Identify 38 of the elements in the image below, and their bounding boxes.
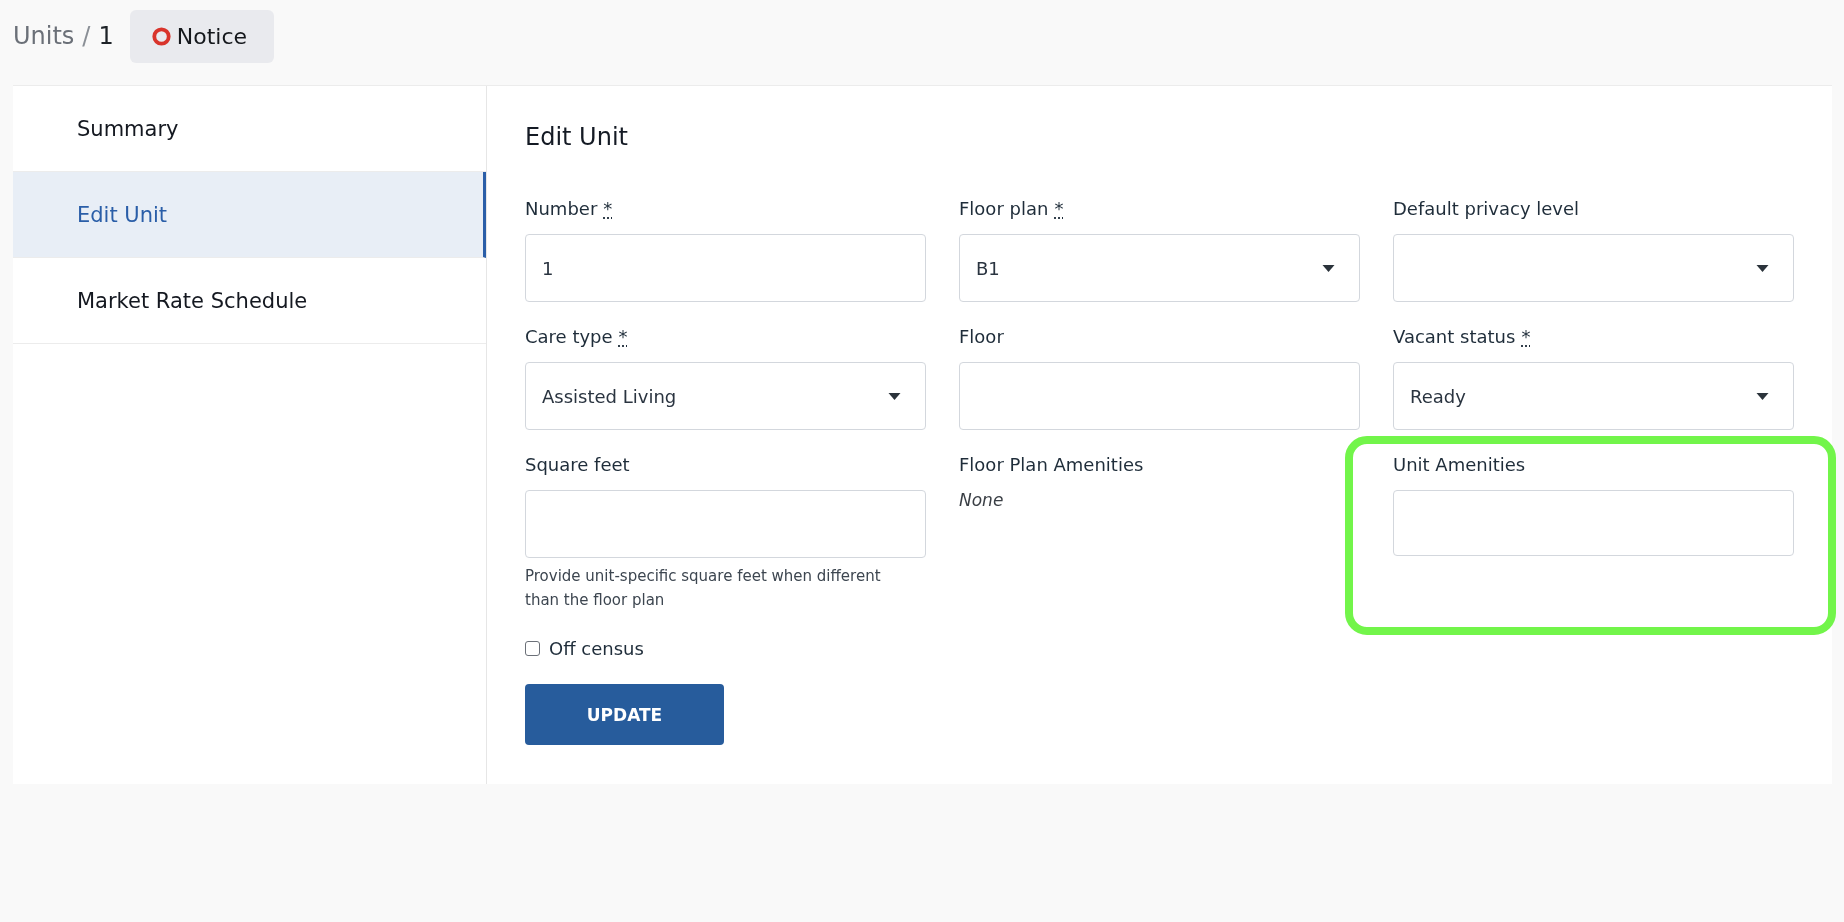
- section-heading: Edit Unit: [525, 122, 629, 152]
- ring-icon: [151, 27, 171, 46]
- caret-icon: [1756, 264, 1769, 272]
- field-label: Vacant status: [1393, 325, 1516, 349]
- required-mark: *: [603, 197, 613, 221]
- dropdown[interactable]: Ready: [1393, 362, 1794, 430]
- dropdown[interactable]: Assisted Living: [525, 362, 926, 430]
- required-mark: *: [1521, 325, 1531, 349]
- field-label: Floor plan: [959, 197, 1049, 221]
- caret-icon: [888, 392, 901, 400]
- required-mark: *: [618, 325, 628, 349]
- checkbox[interactable]: [525, 640, 540, 656]
- status-label: Notice: [176, 24, 248, 49]
- help-text: Provide unit-specific square feet when different than the floor plan: [525, 566, 882, 611]
- update-button[interactable]: UPDATE: [525, 684, 724, 745]
- sidebar-item[interactable]: Market Rate Schedule: [13, 258, 486, 344]
- field-label: Square feet: [525, 453, 630, 477]
- sidebar-item[interactable]: Edit Unit: [13, 172, 486, 258]
- checkbox-label: Off census: [549, 637, 644, 659]
- field-value: None: [959, 490, 1005, 510]
- field-label: Default privacy level: [1393, 197, 1580, 221]
- caret-icon: [1756, 392, 1769, 400]
- required-mark: *: [1054, 197, 1064, 221]
- field-label: Care type: [525, 325, 613, 349]
- input-field[interactable]: [525, 490, 926, 558]
- input-field[interactable]: 1: [525, 234, 926, 302]
- field-label: Unit Amenities: [1393, 453, 1526, 477]
- field-label: Number: [525, 197, 598, 221]
- field-label: Floor Plan Amenities: [959, 453, 1144, 477]
- breadcrumb-separator: /: [82, 22, 91, 50]
- dropdown[interactable]: B1: [959, 234, 1360, 302]
- dropdown[interactable]: [1393, 234, 1794, 302]
- breadcrumb-current: 1: [98, 22, 114, 50]
- caret-icon: [1322, 264, 1335, 272]
- input-field[interactable]: [1393, 490, 1794, 556]
- input-field[interactable]: [959, 362, 1360, 430]
- field-label: Floor: [959, 325, 1004, 349]
- breadcrumb-link[interactable]: Units: [13, 22, 75, 50]
